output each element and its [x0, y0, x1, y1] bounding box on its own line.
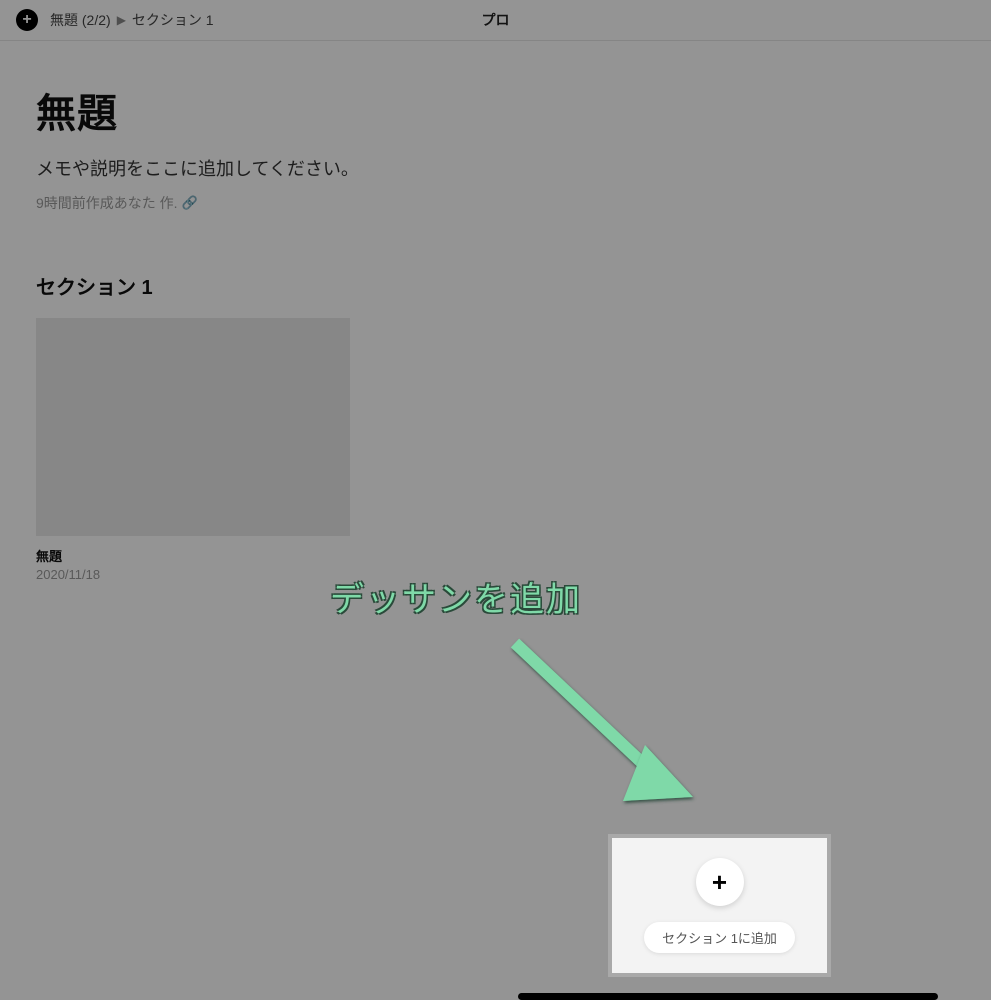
meta-text: 9時間前作成あなた 作.	[36, 193, 178, 213]
chevron-right-icon: ▶	[117, 13, 126, 27]
topbar: + 無題 (2/2) ▶ セクション 1 プロ	[0, 0, 991, 41]
home-indicator	[518, 993, 938, 1000]
description-placeholder[interactable]: メモや説明をここに追加してください。	[36, 155, 955, 181]
add-button[interactable]: +	[16, 9, 38, 31]
add-canvas-button[interactable]: +	[696, 858, 744, 906]
canvas-card: 無題 2020/11/18	[36, 318, 350, 582]
breadcrumb-item-2[interactable]: セクション 1	[132, 10, 214, 30]
canvas-thumbnail[interactable]	[36, 318, 350, 536]
plus-icon: +	[712, 869, 727, 895]
section-heading: セクション 1	[36, 271, 955, 300]
main-content: 無題 メモや説明をここに追加してください。 9時間前作成あなた 作. 🔗 セクシ…	[0, 41, 991, 582]
link-icon[interactable]: 🔗	[182, 195, 198, 211]
canvas-title[interactable]: 無題	[36, 546, 350, 565]
add-panel: + セクション 1に追加	[612, 838, 827, 973]
breadcrumb-item-1[interactable]: 無題 (2/2)	[50, 10, 111, 30]
topbar-center-label[interactable]: プロ	[482, 10, 510, 30]
annotation-arrow-icon	[495, 625, 715, 825]
plus-icon: +	[22, 11, 31, 29]
canvas-date: 2020/11/18	[36, 567, 350, 582]
page-title[interactable]: 無題	[36, 81, 955, 139]
add-to-section-button[interactable]: セクション 1に追加	[644, 922, 795, 953]
page-meta: 9時間前作成あなた 作. 🔗	[36, 193, 955, 213]
breadcrumb: 無題 (2/2) ▶ セクション 1	[50, 10, 214, 30]
